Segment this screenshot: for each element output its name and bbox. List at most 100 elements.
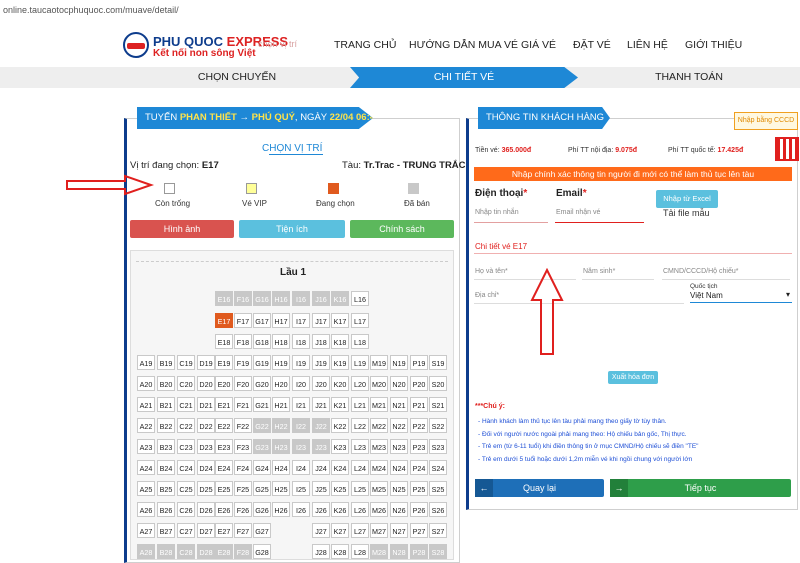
seat-J17[interactable]: J17 — [312, 313, 330, 328]
seat-P19[interactable]: P19 — [410, 355, 428, 370]
seat-M22[interactable]: M22 — [370, 418, 388, 433]
seat-P27[interactable]: P27 — [410, 523, 428, 538]
seat-C25[interactable]: C25 — [177, 481, 195, 496]
seat-S23[interactable]: S23 — [429, 439, 447, 454]
seat-I21[interactable]: I21 — [292, 397, 310, 412]
seat-G17[interactable]: G17 — [253, 313, 271, 328]
seat-D26[interactable]: D26 — [197, 502, 215, 517]
seat-K27[interactable]: K27 — [331, 523, 349, 538]
seat-F24[interactable]: F24 — [234, 460, 252, 475]
address-input[interactable]: Địa chỉ* — [475, 292, 499, 299]
seat-H24[interactable]: H24 — [272, 460, 290, 475]
seat-L20[interactable]: L20 — [351, 376, 369, 391]
seat-N23[interactable]: N23 — [390, 439, 408, 454]
seat-B25[interactable]: B25 — [157, 481, 175, 496]
seat-B24[interactable]: B24 — [157, 460, 175, 475]
seat-P20[interactable]: P20 — [410, 376, 428, 391]
seat-J25[interactable]: J25 — [312, 481, 330, 496]
seat-D22[interactable]: D22 — [197, 418, 215, 433]
seat-C19[interactable]: C19 — [177, 355, 195, 370]
seat-H16[interactable]: H16 — [272, 291, 290, 306]
seat-A19[interactable]: A19 — [137, 355, 155, 370]
seat-L16[interactable]: L16 — [351, 291, 369, 306]
seat-D25[interactable]: D25 — [197, 481, 215, 496]
seat-K26[interactable]: K26 — [331, 502, 349, 517]
seat-E17[interactable]: E17 — [215, 313, 233, 328]
birthyear-input[interactable]: Năm sinh* — [583, 268, 615, 275]
seat-N20[interactable]: N20 — [390, 376, 408, 391]
seat-I24[interactable]: I24 — [292, 460, 310, 475]
seat-B27[interactable]: B27 — [157, 523, 175, 538]
seat-M26[interactable]: M26 — [370, 502, 388, 517]
seat-A22[interactable]: A22 — [137, 418, 155, 433]
seat-L17[interactable]: L17 — [351, 313, 369, 328]
fullname-input[interactable]: Họ và tên* — [475, 268, 508, 275]
seat-K22[interactable]: K22 — [331, 418, 349, 433]
seat-K19[interactable]: K19 — [331, 355, 349, 370]
seat-M19[interactable]: M19 — [370, 355, 388, 370]
seat-I19[interactable]: I19 — [292, 355, 310, 370]
seat-M21[interactable]: M21 — [370, 397, 388, 412]
seat-E19[interactable]: E19 — [215, 355, 233, 370]
seat-L25[interactable]: L25 — [351, 481, 369, 496]
next-button[interactable]: → Tiếp tục — [610, 479, 791, 497]
seat-H19[interactable]: H19 — [272, 355, 290, 370]
seat-F25[interactable]: F25 — [234, 481, 252, 496]
download-template-link[interactable]: Tải file mẫu — [663, 208, 710, 218]
seat-F23[interactable]: F23 — [234, 439, 252, 454]
seat-A24[interactable]: A24 — [137, 460, 155, 475]
seat-E21[interactable]: E21 — [215, 397, 233, 412]
seat-K23[interactable]: K23 — [331, 439, 349, 454]
seat-F21[interactable]: F21 — [234, 397, 252, 412]
seat-I23[interactable]: I23 — [292, 439, 310, 454]
seat-H20[interactable]: H20 — [272, 376, 290, 391]
policy-button[interactable]: Chính sách — [350, 220, 454, 238]
seat-D23[interactable]: D23 — [197, 439, 215, 454]
seat-P24[interactable]: P24 — [410, 460, 428, 475]
seat-D20[interactable]: D20 — [197, 376, 215, 391]
seat-E22[interactable]: E22 — [215, 418, 233, 433]
seat-A25[interactable]: A25 — [137, 481, 155, 496]
nav-lien-he[interactable]: LIÊN HỆ — [627, 39, 668, 51]
seat-E23[interactable]: E23 — [215, 439, 233, 454]
seat-I17[interactable]: I17 — [292, 313, 310, 328]
seat-E20[interactable]: E20 — [215, 376, 233, 391]
seat-L22[interactable]: L22 — [351, 418, 369, 433]
seat-E16[interactable]: E16 — [215, 291, 233, 306]
qr-scan-icon[interactable] — [775, 137, 799, 161]
address-bar-url[interactable]: online.taucaotocphuquoc.com/muave/detail… — [3, 5, 179, 15]
seat-I20[interactable]: I20 — [292, 376, 310, 391]
seat-C27[interactable]: C27 — [177, 523, 195, 538]
seat-N25[interactable]: N25 — [390, 481, 408, 496]
seat-C21[interactable]: C21 — [177, 397, 195, 412]
seat-J27[interactable]: J27 — [312, 523, 330, 538]
seat-J23[interactable]: J23 — [312, 439, 330, 454]
amenities-button[interactable]: Tiện ích — [239, 220, 345, 238]
step-choose-trip[interactable]: CHỌN CHUYẾN — [120, 67, 354, 88]
seat-F26[interactable]: F26 — [234, 502, 252, 517]
back-button[interactable]: ← Quay lại — [475, 479, 604, 497]
seat-B21[interactable]: B21 — [157, 397, 175, 412]
seat-F19[interactable]: F19 — [234, 355, 252, 370]
seat-H25[interactable]: H25 — [272, 481, 290, 496]
photos-button[interactable]: Hình ảnh — [130, 220, 234, 238]
seat-H22[interactable]: H22 — [272, 418, 290, 433]
seat-G21[interactable]: G21 — [253, 397, 271, 412]
seat-P23[interactable]: P23 — [410, 439, 428, 454]
seat-N22[interactable]: N22 — [390, 418, 408, 433]
seat-L21[interactable]: L21 — [351, 397, 369, 412]
seat-E26[interactable]: E26 — [215, 502, 233, 517]
email-input[interactable]: Email nhận vé — [556, 209, 642, 216]
seat-K21[interactable]: K21 — [331, 397, 349, 412]
seat-M25[interactable]: M25 — [370, 481, 388, 496]
seat-F22[interactable]: F22 — [234, 418, 252, 433]
seat-J20[interactable]: J20 — [312, 376, 330, 391]
seat-C24[interactable]: C24 — [177, 460, 195, 475]
seat-G27[interactable]: G27 — [253, 523, 271, 538]
seat-G24[interactable]: G24 — [253, 460, 271, 475]
seat-F18[interactable]: F18 — [234, 334, 252, 349]
seat-I16[interactable]: I16 — [292, 291, 310, 306]
seat-L23[interactable]: L23 — [351, 439, 369, 454]
seat-S20[interactable]: S20 — [429, 376, 447, 391]
nav-gioi-thieu[interactable]: GIỚI THIỆU — [685, 39, 742, 51]
